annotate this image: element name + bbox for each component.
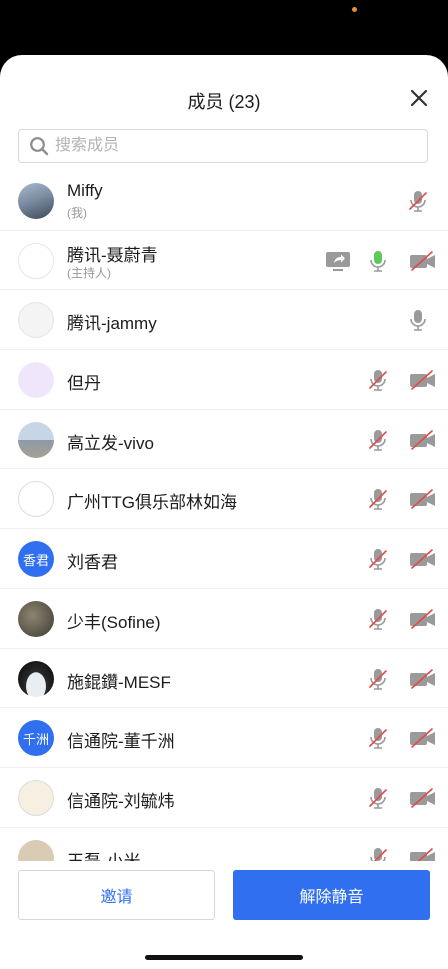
sheet-header: 成员 (23) <box>0 55 448 163</box>
member-row[interactable]: 施錕鑽-MESF <box>0 649 448 709</box>
avatar <box>18 421 54 458</box>
mic-muted-icon[interactable] <box>365 845 391 861</box>
member-name: 但丹 <box>67 374 101 394</box>
mic-muted-icon[interactable] <box>365 725 391 751</box>
footer: 邀请 解除静音 <box>0 861 448 969</box>
mic-muted-icon[interactable] <box>365 427 391 453</box>
member-row[interactable]: 王磊-小米 <box>0 828 448 861</box>
camera-off-icon[interactable] <box>408 845 438 861</box>
member-name: 腾讯-聂蔚青 <box>67 245 158 265</box>
screen-share-icon[interactable] <box>324 248 352 274</box>
member-name: 高立发-vivo <box>67 433 154 453</box>
member-name: 少丰(Sofine) <box>67 612 161 632</box>
member-name: 王磊-小米 <box>67 847 141 861</box>
avatar: 香君 <box>18 541 54 578</box>
member-row[interactable]: 千洲 信通院-董千洲 <box>0 708 448 768</box>
avatar <box>18 481 54 518</box>
members-sheet: 成员 (23) Miffy (我) 腾讯-聂蔚青(主持人) 腾讯-jammy 但丹高立发… <box>0 55 448 969</box>
mic-icon[interactable] <box>365 248 391 274</box>
close-icon[interactable] <box>410 89 428 107</box>
avatar-initials: 香君 <box>22 552 49 568</box>
member-row[interactable]: 腾讯-聂蔚青 (主持人) <box>0 231 448 291</box>
member-row[interactable]: 香君 刘香君 <box>0 529 448 589</box>
member-role: (我) <box>67 206 87 220</box>
status-indicator-dot <box>352 7 357 12</box>
search-input[interactable] <box>53 136 397 156</box>
member-name: 刘香君 <box>67 553 118 573</box>
member-row[interactable]: 但丹 <box>0 350 448 410</box>
home-indicator <box>145 955 303 960</box>
avatar: 千洲 <box>18 720 54 757</box>
member-row[interactable]: 信通院-刘毓炜 <box>0 768 448 828</box>
mic-muted-icon[interactable] <box>365 606 391 632</box>
member-row[interactable]: 广州TTG俱乐部林如海 <box>0 469 448 530</box>
avatar-initials: 千洲 <box>22 731 49 747</box>
search-box[interactable] <box>18 129 428 163</box>
camera-off-icon[interactable] <box>408 248 438 274</box>
avatar <box>18 362 54 399</box>
avatar <box>18 839 54 861</box>
camera-off-icon[interactable] <box>408 606 438 632</box>
member-list[interactable]: Miffy (我) 腾讯-聂蔚青 (主持人) 腾讯-jammy 但丹高立发-vivo 广州T… <box>0 171 448 861</box>
camera-off-icon[interactable] <box>408 427 438 453</box>
invite-button[interactable]: 邀请 <box>18 870 215 920</box>
mic-muted-icon[interactable] <box>365 486 391 512</box>
camera-off-icon[interactable] <box>408 725 438 751</box>
mic-muted-icon[interactable] <box>365 785 391 811</box>
avatar <box>18 600 54 637</box>
member-role: (主持人) <box>67 265 111 280</box>
camera-off-icon[interactable] <box>408 367 438 393</box>
member-name: 施錕鑽-MESF <box>67 672 171 692</box>
mic-muted-icon[interactable] <box>405 188 431 214</box>
member-name: 广州TTG俱乐部林如海 <box>67 493 237 513</box>
member-row[interactable]: Miffy (我) <box>0 171 448 231</box>
mic-muted-icon[interactable] <box>365 666 391 692</box>
member-name: Miffy <box>67 181 103 200</box>
page-title: 成员 (23) <box>187 92 261 112</box>
avatar <box>18 660 54 697</box>
member-name: 信通院-刘毓炜 <box>67 791 175 811</box>
avatar <box>18 242 54 279</box>
mic-icon[interactable] <box>405 307 431 333</box>
camera-off-icon[interactable] <box>408 785 438 811</box>
member-name: 信通院-董千洲 <box>67 732 175 752</box>
camera-off-icon[interactable] <box>408 486 438 512</box>
unmute-all-button[interactable]: 解除静音 <box>233 870 430 920</box>
camera-off-icon[interactable] <box>408 666 438 692</box>
mic-muted-icon[interactable] <box>365 367 391 393</box>
search-icon <box>30 137 49 156</box>
avatar <box>18 779 54 816</box>
mic-muted-icon[interactable] <box>365 546 391 572</box>
member-name: 腾讯-jammy <box>67 314 157 334</box>
camera-off-icon[interactable] <box>408 546 438 572</box>
avatar <box>18 183 54 219</box>
member-row[interactable]: 少丰(Sofine) <box>0 589 448 649</box>
member-row[interactable]: 高立发-vivo <box>0 410 448 470</box>
avatar <box>18 302 54 339</box>
member-row[interactable]: 腾讯-jammy <box>0 290 448 351</box>
